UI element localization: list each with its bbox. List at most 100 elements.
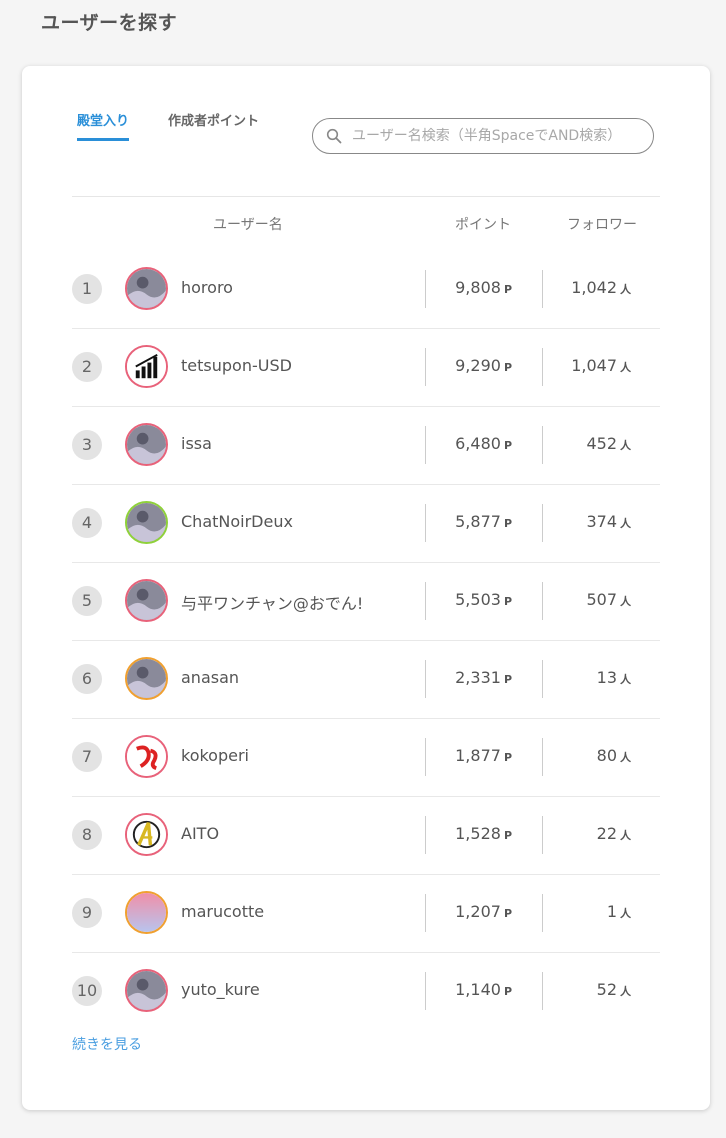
column-divider: [425, 270, 426, 308]
followers-value: 22 人: [597, 824, 631, 843]
rank-badge: 7: [72, 742, 102, 772]
followers-number: 452: [586, 434, 617, 453]
column-divider: [542, 972, 543, 1010]
points-unit: P: [503, 673, 512, 686]
username-link[interactable]: anasan: [181, 668, 239, 687]
points-number: 9,290: [455, 356, 501, 375]
points-value: 2,331 P: [455, 668, 512, 687]
avatar[interactable]: [125, 579, 168, 622]
column-divider: [542, 270, 543, 308]
points-unit: P: [503, 595, 512, 608]
followers-value: 1,042 人: [571, 278, 631, 297]
see-more-link[interactable]: 続きを見る: [72, 1034, 142, 1054]
points-unit: P: [503, 829, 512, 842]
followers-value: 1人: [607, 902, 631, 921]
points-value: 1,140 P: [455, 980, 512, 999]
search-input[interactable]: [350, 127, 644, 145]
column-divider: [425, 348, 426, 386]
table-row[interactable]: 6 anasan 2,331 P 13 人: [72, 641, 660, 719]
username-link[interactable]: ChatNoirDeux: [181, 512, 293, 531]
avatar[interactable]: [125, 891, 168, 934]
page-title: ユーザーを探す: [41, 12, 178, 34]
rank-badge: 4: [72, 508, 102, 538]
table-row[interactable]: 3 issa 6,480 P 452 人: [72, 407, 660, 485]
table-row[interactable]: 4 ChatNoirDeux 5,877 P 374 人: [72, 485, 660, 563]
username-link[interactable]: marucotte: [181, 902, 264, 921]
table-row[interactable]: 1 hororo 9,808 P 1,042 人: [72, 251, 660, 329]
column-divider: [425, 660, 426, 698]
followers-number: 374: [586, 512, 617, 531]
points-unit: P: [503, 361, 512, 374]
header-points: ポイント: [455, 217, 511, 233]
points-number: 9,808: [455, 278, 501, 297]
followers-unit: 人: [620, 829, 631, 842]
username-link[interactable]: AITO: [181, 824, 219, 843]
tab-creator-points[interactable]: 作成者ポイント: [168, 110, 259, 141]
photo-icon: [127, 971, 166, 1010]
points-value: 9,290 P: [455, 356, 512, 375]
followers-value: 374 人: [586, 512, 631, 531]
points-value: 1,207 P: [455, 902, 512, 921]
column-divider: [542, 660, 543, 698]
username-link[interactable]: yuto_kure: [181, 980, 260, 999]
header-followers: フォロワー: [567, 217, 637, 233]
points-unit: P: [503, 517, 512, 530]
username-link[interactable]: issa: [181, 434, 212, 453]
points-value: 5,503 P: [455, 590, 512, 609]
points-unit: P: [503, 751, 512, 764]
followers-unit: 人: [620, 985, 631, 998]
table-row[interactable]: 9 marucotte 1,207 P 1 人: [72, 875, 660, 953]
avengers-logo-icon: [127, 815, 166, 854]
followers-value: 52 人: [597, 980, 631, 999]
points-value: 1,528 P: [455, 824, 512, 843]
followers-number: 13: [596, 668, 617, 687]
followers-number: 507: [586, 590, 617, 609]
table-row[interactable]: 8 AITO 1,528 P 22 人: [72, 797, 660, 875]
bar-chart-icon: [127, 347, 166, 386]
followers-value: 1,047 人: [571, 356, 631, 375]
followers-unit: 人: [620, 439, 631, 452]
points-unit: P: [503, 283, 512, 296]
followers-unit: 人: [620, 595, 631, 608]
avatar[interactable]: [125, 735, 168, 778]
column-divider: [542, 582, 543, 620]
avatar[interactable]: [125, 813, 168, 856]
username-link[interactable]: tetsupon-USD: [181, 356, 292, 375]
tab-hall-of-fame[interactable]: 殿堂入り: [77, 110, 130, 141]
avatar[interactable]: [125, 969, 168, 1012]
points-number: 6,480: [455, 434, 501, 453]
table-row[interactable]: 5 与平ワンチャン@おでん! 5,503 P 507 人: [72, 563, 660, 641]
rank-badge: 9: [72, 898, 102, 928]
table-row[interactable]: 2 tetsupon-USD 9,290 P 1,047 人: [72, 329, 660, 407]
avatar[interactable]: [125, 267, 168, 310]
avatar[interactable]: [125, 345, 168, 388]
username-link[interactable]: hororo: [181, 278, 233, 297]
column-divider: [542, 894, 543, 932]
avatar[interactable]: [125, 423, 168, 466]
rank-badge: 6: [72, 664, 102, 694]
avatar[interactable]: [125, 657, 168, 700]
ranking-list: 1 hororo 9,808 P 1,042 人 2 tetsupon-USD 9,290 P 1,…: [72, 251, 660, 1030]
followers-value: 452 人: [586, 434, 631, 453]
followers-value: 13 人: [597, 668, 631, 687]
photo-icon: [127, 425, 166, 464]
table-row[interactable]: 7 kokoperi 1,877 P 80 人: [72, 719, 660, 797]
followers-number: 52: [596, 980, 617, 999]
photo-icon: [127, 581, 166, 620]
column-divider: [542, 504, 543, 542]
avatar[interactable]: [125, 501, 168, 544]
tab-bar: 殿堂入り 作成者ポイント: [77, 110, 298, 141]
followers-unit: 人: [620, 673, 631, 686]
column-divider: [425, 894, 426, 932]
username-link[interactable]: kokoperi: [181, 746, 249, 765]
username-link[interactable]: 与平ワンチャン@おでん!: [181, 590, 363, 614]
rank-badge: 3: [72, 430, 102, 460]
gradient-icon: [127, 893, 166, 932]
points-value: 6,480 P: [455, 434, 512, 453]
column-divider: [425, 426, 426, 464]
table-header: ユーザー名 ポイント フォロワー: [72, 196, 660, 252]
points-unit: P: [503, 985, 512, 998]
rank-badge: 10: [72, 976, 102, 1006]
followers-unit: 人: [620, 907, 631, 920]
table-row[interactable]: 10 yuto_kure 1,140 P 52 人: [72, 953, 660, 1030]
